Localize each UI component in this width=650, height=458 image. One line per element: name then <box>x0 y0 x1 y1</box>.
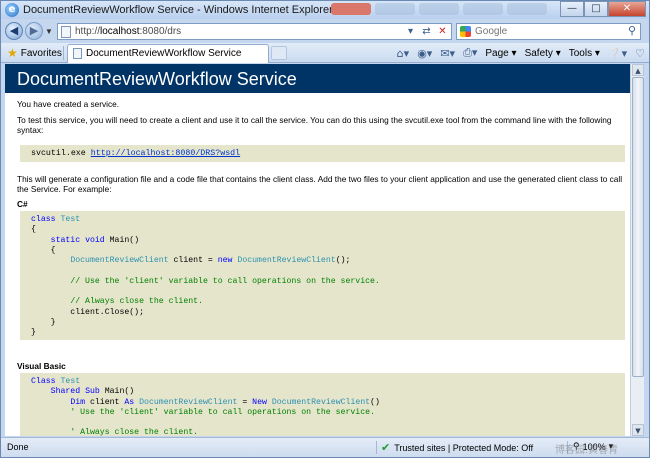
address-bar-actions: ▾ ⇄ ✕ <box>404 25 449 38</box>
svcutil-exe-text: svcutil.exe <box>31 149 86 158</box>
window-title: DocumentReviewWorkflow Service - Windows… <box>23 4 333 16</box>
tab-documentreviewworkflow[interactable]: DocumentReviewWorkflow Service <box>67 44 269 63</box>
forward-button[interactable]: ▶ <box>25 22 43 40</box>
watermark-text: 博客园.黄春青 <box>555 445 619 456</box>
divider <box>63 46 64 60</box>
minimize-button[interactable]: — <box>560 1 584 17</box>
star-icon: ★ <box>7 46 18 60</box>
csharp-code-box: class Test { static void Main() { Docume… <box>20 211 625 340</box>
google-logo-icon <box>460 26 471 37</box>
svcutil-command-box: svcutil.exe http://localhost:8080/DRS?ws… <box>20 145 625 162</box>
url-host: localhost <box>100 26 140 37</box>
page-heading-bar: DocumentReviewWorkflow Service <box>5 64 630 93</box>
research-icon[interactable]: ♡ <box>635 47 645 60</box>
internet-explorer-icon: e <box>5 3 19 17</box>
divider <box>376 441 377 454</box>
page-menu-label: Page <box>485 47 509 59</box>
svcutil-command: svcutil.exe http://localhost:8080/DRS?ws… <box>31 149 240 158</box>
maximize-button[interactable]: □ <box>584 1 608 17</box>
ghost-tab <box>507 3 547 15</box>
tab-label: DocumentReviewWorkflow Service <box>86 48 242 59</box>
page-icon <box>73 48 82 59</box>
mail-icon[interactable]: ✉▾ <box>440 47 455 60</box>
feeds-icon[interactable]: ◉▾ <box>417 47 432 60</box>
favorites-button[interactable]: ★ Favorites <box>7 45 62 61</box>
page-title: DocumentReviewWorkflow Service <box>17 69 297 89</box>
tools-menu-label: Tools <box>568 47 593 59</box>
url-prefix: http:// <box>75 26 101 37</box>
command-buttons: ⌂▾ ◉▾ ✉▾ ⎙▾ Page ▾ Safety ▾ Tools ▾ ❔▾ ♡ <box>397 45 645 61</box>
status-text: Done <box>7 442 29 452</box>
vertical-scrollbar[interactable]: ▲ ▼ <box>630 64 644 436</box>
scrollbar-thumb[interactable] <box>632 77 644 377</box>
new-tab-button[interactable] <box>271 46 287 60</box>
search-icon[interactable]: ⚲ <box>628 24 636 37</box>
taskbar-ghost-tabs <box>331 3 547 17</box>
help-icon[interactable]: ❔▾ <box>608 47 627 60</box>
ghost-tab <box>419 3 459 15</box>
back-button[interactable]: ◀ <box>5 22 23 40</box>
navigation-bar: ◀ ▶ ▼ http://localhost:8080/drs ▾ ⇄ ✕ ⚲ <box>1 19 649 43</box>
recent-pages-dropdown-icon[interactable]: ▼ <box>45 27 53 36</box>
vb-code-box: Class Test Shared Sub Main() Dim client … <box>20 373 625 436</box>
safety-menu[interactable]: Safety ▾ <box>525 48 561 59</box>
csharp-label: C# <box>17 199 28 209</box>
print-icon[interactable]: ⎙▾ <box>463 46 477 60</box>
address-bar[interactable]: http://localhost:8080/drs ▾ ⇄ ✕ <box>57 23 452 40</box>
status-bar: Done ✔ Trusted sites | Protected Mode: O… <box>1 437 649 457</box>
page-content: DocumentReviewWorkflow Service You have … <box>5 64 630 436</box>
generate-description-text: This will generate a configuration file … <box>17 174 623 194</box>
window-controls: — □ ✕ <box>560 1 646 17</box>
scroll-down-icon[interactable]: ▼ <box>632 424 644 436</box>
security-zone-label: Trusted sites | Protected Mode: Off <box>394 442 534 453</box>
home-icon[interactable]: ⌂▾ <box>397 47 410 60</box>
refresh-icon[interactable]: ⇄ <box>420 25 433 38</box>
stop-icon[interactable]: ✕ <box>436 25 449 38</box>
search-box[interactable]: ⚲ <box>456 23 641 40</box>
intro-text: You have created a service. <box>17 99 120 109</box>
address-dropdown-icon[interactable]: ▾ <box>404 25 417 38</box>
ghost-tab <box>331 3 371 15</box>
tools-menu[interactable]: Tools ▾ <box>569 48 600 59</box>
ghost-tab <box>463 3 503 15</box>
page-icon <box>61 26 71 38</box>
csharp-code: class Test { static void Main() { Docume… <box>31 215 380 338</box>
close-window-button[interactable]: ✕ <box>608 1 646 17</box>
ghost-tab <box>375 3 415 15</box>
address-url[interactable]: http://localhost:8080/drs <box>75 26 181 37</box>
search-input[interactable] <box>475 25 615 38</box>
security-zone[interactable]: ✔ Trusted sites | Protected Mode: Off <box>381 441 533 454</box>
window-border <box>644 64 649 436</box>
url-rest: :8080/drs <box>139 26 182 37</box>
scroll-up-icon[interactable]: ▲ <box>632 64 644 76</box>
vb-code: Class Test Shared Sub Main() Dim client … <box>31 377 380 436</box>
instructions-text: To test this service, you will need to c… <box>17 115 612 135</box>
wsdl-link[interactable]: http://localhost:8080/DRS?wsdl <box>91 149 240 158</box>
favorites-label: Favorites <box>20 47 62 59</box>
trusted-check-icon: ✔ <box>381 441 391 454</box>
browser-window: e DocumentReviewWorkflow Service - Windo… <box>0 0 650 458</box>
title-bar: e DocumentReviewWorkflow Service - Windo… <box>1 1 649 19</box>
safety-menu-label: Safety <box>524 47 553 59</box>
visual-basic-label: Visual Basic <box>17 361 66 371</box>
command-bar: ★ Favorites DocumentReviewWorkflow Servi… <box>1 43 649 63</box>
page-menu[interactable]: Page ▾ <box>485 48 516 59</box>
